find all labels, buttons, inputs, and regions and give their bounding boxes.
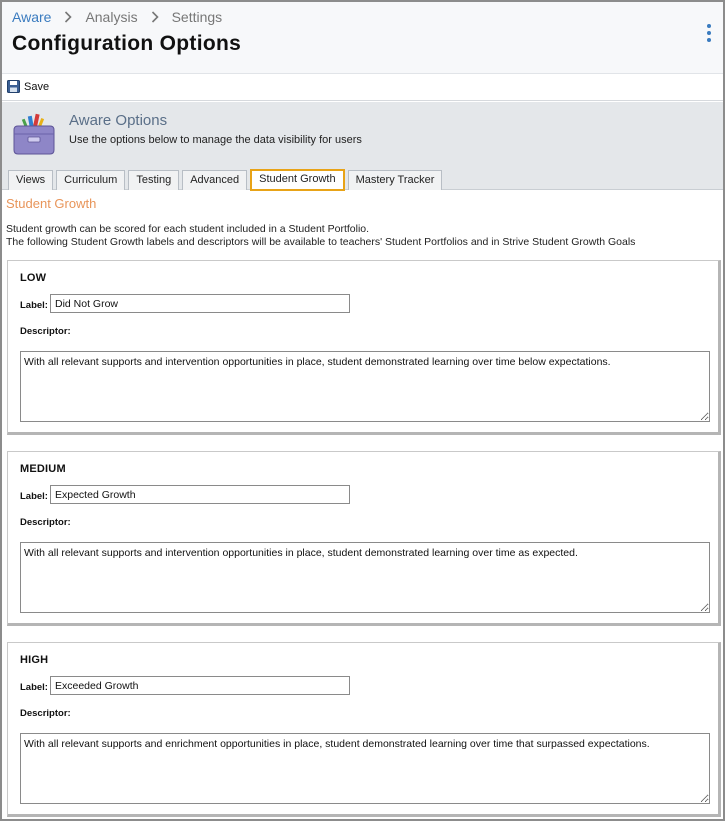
- breadcrumb-item-settings: Settings: [171, 9, 223, 25]
- descriptor-textarea[interactable]: With all relevant supports and intervent…: [20, 351, 710, 422]
- growth-panel-medium: MEDIUM Label: Descriptor: With all relev…: [7, 451, 721, 626]
- panel-title: HIGH: [20, 654, 49, 666]
- panel-title: LOW: [20, 272, 47, 284]
- tab-student-growth[interactable]: Student Growth: [250, 169, 345, 191]
- descriptor-textarea[interactable]: With all relevant supports and enrichmen…: [20, 733, 710, 804]
- save-button-label: Save: [24, 80, 50, 93]
- descriptor-caption: Descriptor:: [20, 708, 71, 719]
- toolbar: Save: [2, 75, 723, 101]
- save-button[interactable]: Save: [7, 80, 49, 93]
- descriptor-textarea[interactable]: With all relevant supports and intervent…: [20, 542, 710, 613]
- breadcrumb: Aware Analysis Settings: [12, 9, 222, 25]
- intro-line: The following Student Growth labels and …: [6, 236, 636, 248]
- label-input[interactable]: [50, 294, 350, 313]
- save-disk-icon: [7, 80, 20, 93]
- student-growth-content: Student Growth Student growth can be sco…: [2, 191, 723, 819]
- breadcrumb-item-aware[interactable]: Aware: [12, 9, 51, 25]
- label-input[interactable]: [50, 676, 350, 695]
- intro-line: Student growth can be scored for each st…: [6, 223, 370, 235]
- page-title: Configuration Options: [12, 32, 242, 55]
- label-caption: Label:: [20, 300, 48, 311]
- app-window: Aware Analysis Settings Configuration Op…: [0, 0, 725, 821]
- tab-testing[interactable]: Testing: [128, 170, 180, 190]
- label-caption: Label:: [20, 682, 48, 693]
- label-caption: Label:: [20, 491, 48, 502]
- chevron-right-icon: [65, 11, 73, 23]
- kebab-menu-icon[interactable]: [705, 24, 713, 42]
- tab-mastery-tracker[interactable]: Mastery Tracker: [347, 170, 443, 190]
- panel-title: MEDIUM: [20, 463, 66, 475]
- descriptor-caption: Descriptor:: [20, 326, 71, 337]
- label-input[interactable]: [50, 485, 350, 504]
- toolbox-icon: [13, 113, 55, 155]
- banner-title: Aware Options: [69, 112, 168, 129]
- descriptor-caption: Descriptor:: [20, 517, 71, 528]
- section-title: Student Growth: [6, 196, 97, 211]
- breadcrumb-item-analysis[interactable]: Analysis: [85, 9, 137, 25]
- tab-advanced[interactable]: Advanced: [182, 170, 248, 190]
- tab-curriculum[interactable]: Curriculum: [56, 170, 126, 190]
- page-header: Aware Analysis Settings Configuration Op…: [2, 2, 723, 74]
- growth-panel-high: HIGH Label: Descriptor: With all relevan…: [7, 642, 721, 817]
- growth-panel-low: LOW Label: Descriptor: With all relevant…: [7, 260, 721, 435]
- chevron-right-icon: [151, 11, 159, 23]
- banner-subtitle: Use the options below to manage the data…: [69, 134, 362, 146]
- options-tabs: Views Curriculum Testing Advanced Studen…: [8, 169, 445, 191]
- section-intro: Student growth can be scored for each st…: [6, 223, 635, 249]
- tab-views[interactable]: Views: [8, 170, 54, 190]
- options-banner: Aware Options Use the options below to m…: [2, 102, 723, 191]
